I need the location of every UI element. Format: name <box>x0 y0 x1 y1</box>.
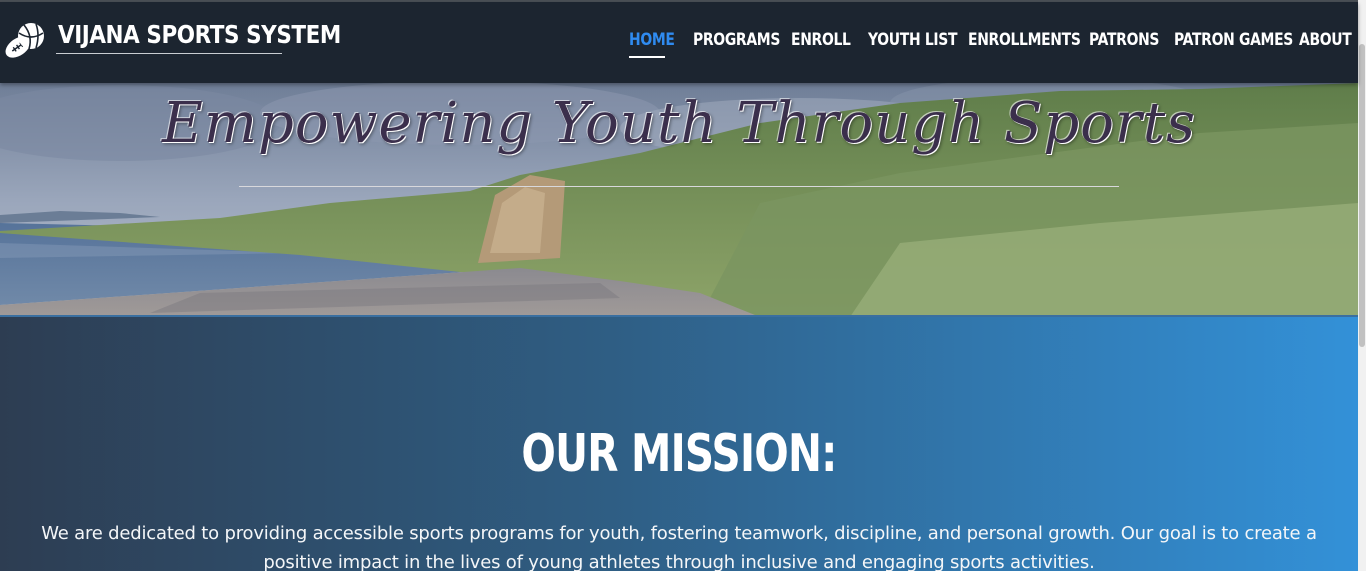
nav-enrollments[interactable]: ENROLLMENTS <box>968 30 1081 50</box>
nav-about[interactable]: ABOUT <box>1299 30 1352 50</box>
hero-title-underline <box>239 186 1119 187</box>
mission-text: We are dedicated to providing accessible… <box>41 523 1317 571</box>
nav-patron-games[interactable]: PATRON GAMES <box>1174 30 1293 50</box>
nav-enroll[interactable]: ENROLL <box>791 30 851 50</box>
navbar: VIJANA SPORTS SYSTEM HOME PROGRAMS ENROL… <box>0 2 1358 83</box>
nav-patrons[interactable]: PATRONS <box>1089 30 1159 50</box>
main-nav: HOME PROGRAMS ENROLL YOUTH LIST ENROLLME… <box>0 30 1358 60</box>
page-scrollbar[interactable] <box>1358 0 1366 571</box>
nav-youth-list[interactable]: YOUTH LIST <box>868 30 957 50</box>
scrollbar-thumb[interactable] <box>1359 44 1365 347</box>
mission-title: OUR MISSION: <box>521 424 837 484</box>
mission-section: OUR MISSION: We are dedicated to providi… <box>0 317 1358 571</box>
nav-programs[interactable]: PROGRAMS <box>693 30 780 50</box>
nav-active-indicator <box>629 56 665 58</box>
nav-home[interactable]: HOME <box>629 30 675 50</box>
hero-title: Empowering Youth Through Sports <box>162 91 1196 156</box>
hero-banner: Empowering Youth Through Sports <box>0 83 1358 317</box>
